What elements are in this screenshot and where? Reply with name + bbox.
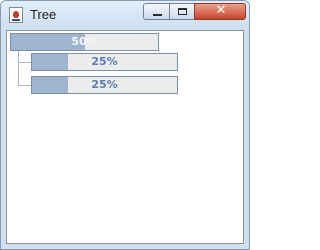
tree-node-root[interactable]: 50%	[10, 33, 159, 51]
tree-connector-line	[18, 51, 19, 86]
tree-node-label: 50%	[71, 35, 98, 48]
close-icon: ✕	[215, 3, 227, 18]
title-bar[interactable]: Tree ✕	[1, 1, 249, 29]
tree-node-label: 25%	[91, 78, 118, 91]
minimize-button[interactable]	[143, 3, 170, 20]
maximize-button[interactable]	[169, 3, 195, 20]
tree-node-child[interactable]: 25%	[31, 76, 178, 94]
app-window: Tree ✕ 50% 25% 25%	[0, 0, 250, 250]
window-title: Tree	[30, 7, 57, 22]
java-app-icon[interactable]	[9, 7, 23, 23]
close-button[interactable]: ✕	[194, 3, 246, 20]
minimize-icon	[153, 14, 162, 16]
tree-node-label: 25%	[91, 55, 118, 68]
maximize-icon	[178, 8, 187, 15]
tree-connector-line	[18, 62, 31, 63]
tree-connector-line	[18, 85, 31, 86]
tree-node-child[interactable]: 25%	[31, 53, 178, 71]
tree-panel[interactable]: 50% 25% 25%	[6, 30, 244, 244]
